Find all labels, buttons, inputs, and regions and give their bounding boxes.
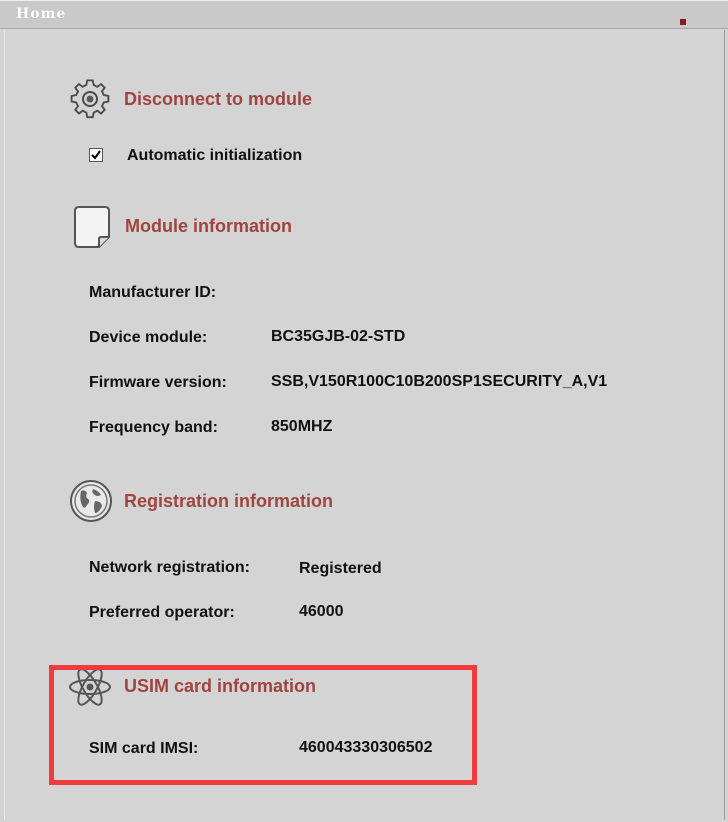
preferred-operator-value: 46000 [299, 603, 344, 620]
auto-init-checkbox[interactable] [89, 148, 103, 162]
device-value: BC35GJB-02-STD [271, 328, 406, 345]
auto-init-label[interactable]: Automatic initialization [127, 147, 302, 165]
frequency-value: 850MHZ [271, 418, 333, 435]
window-titlebar: Home [0, 0, 728, 29]
document-icon [74, 206, 110, 248]
firmware-label: Firmware version: [89, 374, 227, 391]
window-control-icon[interactable] [680, 19, 686, 25]
window-title: Home [16, 6, 67, 22]
network-registration-label: Network registration: [89, 559, 250, 576]
usim-highlight-box [49, 665, 477, 785]
network-registration-value: Registered [299, 560, 382, 577]
disconnect-button[interactable]: Disconnect to module [124, 89, 312, 110]
frequency-label: Frequency band: [89, 419, 218, 436]
device-label: Device module: [89, 329, 208, 346]
gear-icon[interactable] [69, 78, 111, 120]
module-section-title: Module information [125, 216, 292, 236]
firmware-value: SSB,V150R100C10B200SP1SECURITY_A,V1 [271, 373, 608, 390]
preferred-operator-label: Preferred operator: [89, 604, 235, 621]
globe-icon [70, 480, 112, 522]
manufacturer-label: Manufacturer ID: [89, 284, 217, 301]
registration-section-title: Registration information [124, 491, 334, 511]
